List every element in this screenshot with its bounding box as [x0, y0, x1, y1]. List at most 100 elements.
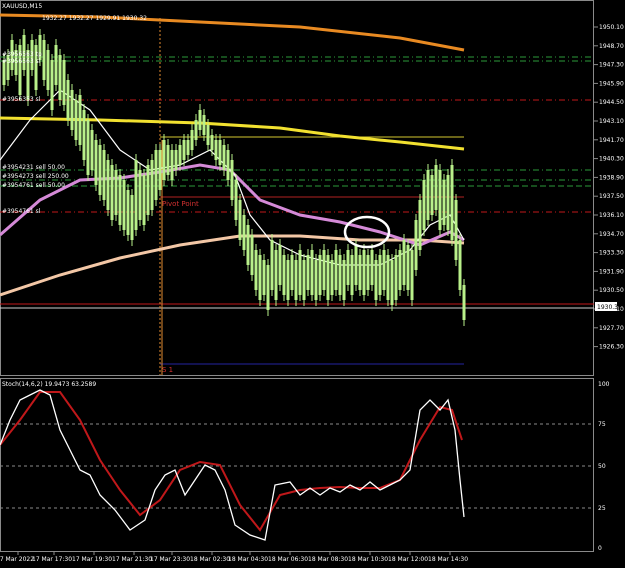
candle-body [310, 250, 314, 295]
candle-body [298, 250, 302, 295]
candle-body [262, 260, 266, 295]
candle-body [390, 260, 394, 305]
candle-body [194, 120, 198, 140]
price-tick-label: 1938.90 [599, 174, 624, 181]
stoch-tick-label: 100 [598, 381, 610, 388]
ohlc-label: 1932.27 1932.27 1929.91 1930.32 [42, 15, 147, 22]
candle-body [346, 250, 350, 285]
candle-body [294, 260, 298, 300]
main-panel[interactable] [0, 0, 594, 376]
candle-body [98, 145, 102, 195]
candle-body [394, 255, 398, 300]
candle-body [154, 150, 158, 200]
candle-body [146, 165, 150, 215]
candle-body [242, 215, 246, 250]
time-axis[interactable]: 17 Mar 202217 Mar 17:3017 Mar 19:3017 Ma… [0, 552, 468, 563]
candle-body [410, 250, 414, 300]
candle-body [102, 150, 106, 200]
candle-body [374, 260, 378, 300]
trading-chart[interactable]: Pivot Point S 1 XAUUSD,M15 1932.27 1932.… [0, 0, 625, 568]
svg-text:#3954273 sell 250.00: #3954273 sell 250.00 [2, 173, 69, 180]
candle-body [94, 140, 98, 185]
candle-body [158, 150, 162, 190]
candle-body [386, 255, 390, 300]
candle-body [178, 145, 182, 165]
price-tick-label: 1934.70 [599, 231, 624, 238]
price-axis[interactable]: 1950.10 1948.70 1947.30 1945.90 1944.50 1943.… [594, 24, 624, 351]
candle-body [274, 250, 278, 300]
candle-body [206, 125, 210, 145]
stoch-panel[interactable] [0, 378, 594, 552]
candle-body [382, 250, 386, 290]
candle-body [70, 90, 74, 130]
candle-body [86, 120, 90, 175]
price-tick-label: 1936.10 [599, 212, 624, 219]
candle-body [434, 165, 438, 210]
candle-body [342, 260, 346, 300]
time-tick-label: 17 Mar 23:30 [150, 556, 190, 563]
price-tick-label: 1947.30 [599, 62, 624, 69]
candle-body [218, 140, 222, 165]
candle-body [238, 200, 242, 240]
candle-body [142, 175, 146, 225]
candle-body [370, 250, 374, 285]
candle-body [458, 240, 462, 290]
time-tick-label: 18 Mar 12:00 [388, 556, 428, 563]
candle-body [282, 255, 286, 295]
svg-text:#3956563 tp: #3956563 tp [2, 51, 42, 58]
candle-body [226, 150, 230, 180]
candle-body [174, 150, 178, 170]
candle-body [190, 130, 194, 150]
stoch-tick-label: 0 [598, 545, 602, 552]
candle-body [414, 220, 418, 270]
candle-body [230, 160, 234, 200]
stoch-tick-label: 50 [598, 463, 606, 470]
price-tick-label: 1950.10 [599, 24, 624, 31]
candle-body [350, 255, 354, 295]
candle-body [126, 190, 130, 235]
candle-body [182, 140, 186, 160]
candle-body [130, 195, 134, 240]
candle-body [426, 170, 430, 220]
candle-body [46, 50, 50, 90]
candle-body [358, 255, 362, 290]
svg-text:#3954761 sl: #3954761 sl [2, 208, 41, 215]
price-tick-label: 1948.70 [599, 43, 624, 50]
stoch-axis: 100 75 50 25 0 [598, 381, 610, 552]
candle-body [330, 260, 334, 295]
candle-body [334, 250, 338, 290]
time-tick-label: 18 Mar 06:30 [268, 556, 308, 563]
candle-body [150, 160, 154, 210]
price-tick-label: 1927.70 [599, 325, 624, 332]
candle-body [118, 175, 122, 225]
candle-body [138, 170, 142, 220]
candle-body [106, 160, 110, 210]
candle-body [254, 250, 258, 290]
candle-body [66, 80, 70, 120]
candle-body [122, 180, 126, 230]
candle-body [286, 260, 290, 300]
candle-body [134, 160, 138, 230]
svg-text:#3956563 sl: #3956563 sl [2, 58, 41, 65]
current-price-text: 1930.32 [597, 304, 622, 311]
candle-body [78, 95, 82, 145]
price-tick-label: 1940.30 [599, 156, 624, 163]
candle-body [322, 250, 326, 290]
candle-body [378, 255, 382, 295]
time-tick-label: 18 Mar 14:30 [428, 556, 468, 563]
candle-body [362, 250, 366, 295]
stoch-tick-label: 75 [598, 421, 606, 428]
candle-body [250, 235, 254, 275]
pivot-label: Pivot Point [162, 200, 199, 208]
s1-label: S 1 [162, 366, 173, 374]
time-tick-label: 18 Mar 02:30 [190, 556, 230, 563]
price-tick-label: 1943.10 [599, 118, 624, 125]
candle-body [442, 180, 446, 225]
candle-body [266, 265, 270, 310]
stoch-label: Stoch(14,6,2) 19.9473 63.2589 [2, 381, 96, 388]
candle-body [42, 40, 46, 80]
svg-text:#3954761 sell 50.00: #3954761 sell 50.00 [2, 182, 65, 189]
price-tick-label: 1941.70 [599, 137, 624, 144]
price-tick-label: 1926.30 [599, 344, 624, 351]
price-tick-label: 1945.90 [599, 80, 624, 87]
